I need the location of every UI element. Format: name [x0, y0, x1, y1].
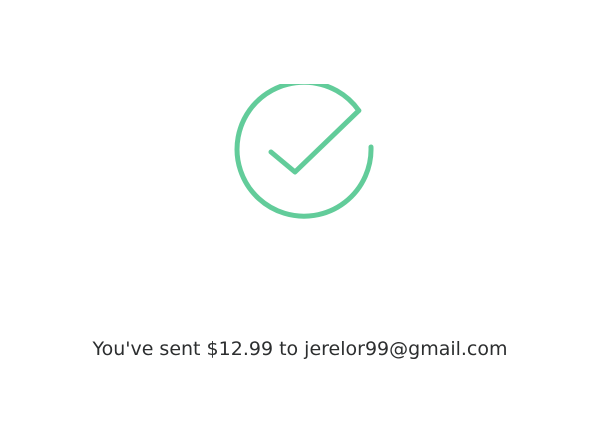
success-check-stroke: [268, 108, 362, 175]
payment-sent-message: You've sent $12.99 to jerelor99@gmail.co…: [92, 338, 508, 360]
payment-confirmation-screen: You've sent $12.99 to jerelor99@gmail.co…: [0, 0, 600, 427]
success-circle-arc: [234, 84, 374, 219]
checkmark-circle-icon: [234, 84, 378, 228]
checkmark-circle-graphic: [234, 84, 374, 219]
